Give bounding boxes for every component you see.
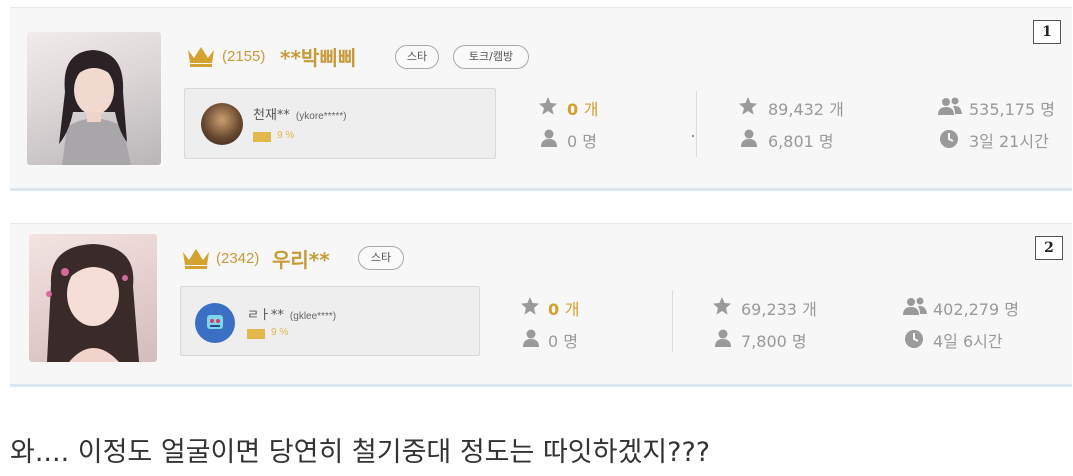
clock-icon (905, 330, 923, 348)
fans-today: 0 명 (567, 132, 597, 151)
viewers: 535,175 명 (969, 100, 1055, 119)
rank-count: (2155) (222, 48, 266, 65)
star-icon (713, 297, 731, 315)
fans-total: 6,801 명 (768, 132, 834, 151)
star-icon (521, 297, 539, 315)
star-icon (539, 97, 557, 115)
fans-total: 7,800 명 (741, 332, 807, 351)
fan-share-percent: 9 % (277, 130, 295, 141)
fan-name[interactable]: ㄹㅏ** (gklee****) (247, 304, 336, 323)
streamer-avatar[interactable] (29, 234, 157, 362)
fan-avatar (195, 303, 235, 343)
people-icon (938, 97, 962, 115)
crown-icon (188, 47, 214, 67)
person-icon (741, 129, 757, 147)
separator-dot (692, 135, 694, 137)
person-icon (523, 329, 539, 347)
fan-name-text: 천재** (253, 108, 290, 123)
fan-name[interactable]: 천재** (ykore*****) (253, 104, 347, 123)
streamer-nickname[interactable]: **박삐삐 (280, 42, 356, 71)
top-fan-box[interactable]: ㄹㅏ** (gklee****) 9 % (180, 286, 480, 356)
crown-icon (183, 249, 209, 269)
broadcast-duration: 4일 6시간 (933, 332, 1003, 351)
top-fan-box[interactable]: 천재** (ykore*****) 9 % (184, 88, 496, 159)
rank-count: (2342) (216, 250, 260, 267)
fan-avatar (201, 103, 243, 145)
rank-badge: 1 (1033, 20, 1061, 44)
stats-divider (672, 290, 673, 352)
fan-share-percent: 9 % (271, 327, 289, 338)
fan-id: (gklee****) (289, 311, 337, 322)
stars-today-unit: 개 (583, 100, 599, 119)
tag-star[interactable]: 스타 (395, 45, 439, 69)
stars-today: 0 개 (567, 96, 598, 120)
viewers: 402,279 명 (933, 300, 1019, 319)
tag-talk-cam[interactable]: 토크/캠방 (453, 45, 529, 69)
clock-icon (940, 130, 958, 148)
star-icon (739, 97, 757, 115)
post-caption: 와.... 이정도 얼굴이면 당연히 철기중대 정도는 따잇하겠지??? (10, 437, 711, 468)
ranking-card-2[interactable]: (2342) 우리** 스타 2 ㄹㅏ** (gklee****) 9 % 0 개… (10, 224, 1072, 387)
stars-today-unit: 개 (564, 300, 580, 319)
stars-today: 0 개 (548, 296, 579, 320)
fan-share-bar (253, 132, 271, 142)
person-icon (541, 129, 557, 147)
person-icon (715, 329, 731, 347)
ranking-card-1[interactable]: (2155) **박삐삐 스타 토크/캠방 1 천재** (ykore*****)… (10, 8, 1072, 191)
stars-today-value: 0 (548, 300, 560, 319)
streamer-avatar[interactable] (27, 32, 161, 165)
broadcast-duration: 3일 21시간 (969, 132, 1049, 151)
stars-today-value: 0 (567, 100, 579, 119)
fan-share-bar (247, 329, 265, 339)
streamer-nickname[interactable]: 우리** (272, 244, 330, 273)
people-icon (903, 297, 927, 315)
stats-divider (696, 91, 697, 157)
fan-id: (ykore*****) (295, 111, 347, 122)
fan-name-text: ㄹㅏ** (247, 308, 284, 323)
tag-star[interactable]: 스타 (358, 246, 404, 270)
stars-total: 69,233 개 (741, 300, 817, 319)
stars-total: 89,432 개 (768, 100, 844, 119)
fans-today: 0 명 (548, 332, 578, 351)
rank-badge: 2 (1035, 236, 1063, 260)
